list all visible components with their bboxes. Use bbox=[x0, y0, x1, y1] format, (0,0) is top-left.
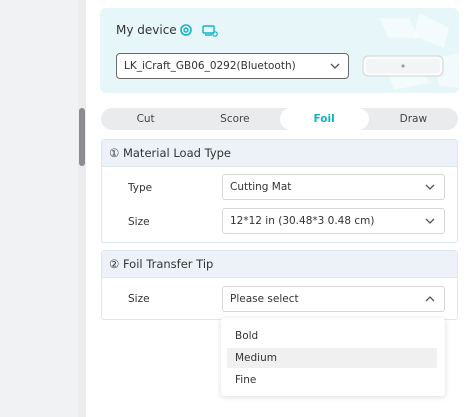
option-bold[interactable]: Bold bbox=[227, 326, 437, 346]
device-select-value: LK_iCraft_GB06_0292(Bluetooth) bbox=[124, 60, 296, 72]
tab-score[interactable]: Score bbox=[190, 108, 279, 130]
type-select[interactable]: Cutting Mat bbox=[222, 174, 445, 200]
chevron-down-icon bbox=[425, 184, 435, 190]
foil-size-select[interactable]: Please select bbox=[222, 286, 445, 312]
mode-tabs: Cut Score Foil Draw bbox=[101, 108, 458, 130]
printer-image bbox=[362, 55, 444, 77]
material-load-title: ① Material Load Type bbox=[102, 140, 457, 167]
scrollbar-track[interactable] bbox=[78, 0, 86, 417]
type-label: Type bbox=[128, 182, 153, 194]
decorative-background-graphic bbox=[379, 13, 459, 90]
size-select-value: 12*12 in (30.48*3 0.48 cm) bbox=[230, 215, 375, 227]
tab-cut[interactable]: Cut bbox=[101, 108, 190, 130]
size-select[interactable]: 12*12 in (30.48*3 0.48 cm) bbox=[222, 208, 445, 234]
connect-device-icon[interactable] bbox=[202, 22, 218, 38]
material-load-section: ① Material Load Type Type Cutting Mat Si… bbox=[101, 139, 458, 243]
chevron-down-icon bbox=[330, 63, 340, 69]
device-title: My device bbox=[116, 23, 177, 37]
foil-transfer-section: ② Foil Transfer Tip Size Please select bbox=[101, 250, 458, 320]
option-fine[interactable]: Fine bbox=[227, 370, 437, 390]
chevron-down-icon bbox=[425, 218, 435, 224]
foil-size-placeholder: Please select bbox=[230, 293, 299, 305]
size-label: Size bbox=[128, 216, 150, 228]
foil-size-dropdown: Bold Medium Fine bbox=[221, 318, 445, 396]
chevron-up-icon bbox=[425, 296, 435, 302]
scrollbar-thumb[interactable] bbox=[79, 108, 85, 166]
type-select-value: Cutting Mat bbox=[230, 181, 292, 193]
foil-transfer-title: ② Foil Transfer Tip bbox=[102, 251, 457, 278]
tab-draw[interactable]: Draw bbox=[369, 108, 458, 130]
device-select[interactable]: LK_iCraft_GB06_0292(Bluetooth) bbox=[116, 53, 349, 79]
tab-foil[interactable]: Foil bbox=[279, 108, 369, 130]
device-card: My device LK_iCraft_GB06_0292(Bluetooth) bbox=[100, 8, 459, 93]
foil-size-label: Size bbox=[128, 293, 150, 305]
settings-icon[interactable] bbox=[178, 22, 194, 38]
option-medium[interactable]: Medium bbox=[227, 348, 437, 368]
left-panel bbox=[0, 0, 78, 417]
